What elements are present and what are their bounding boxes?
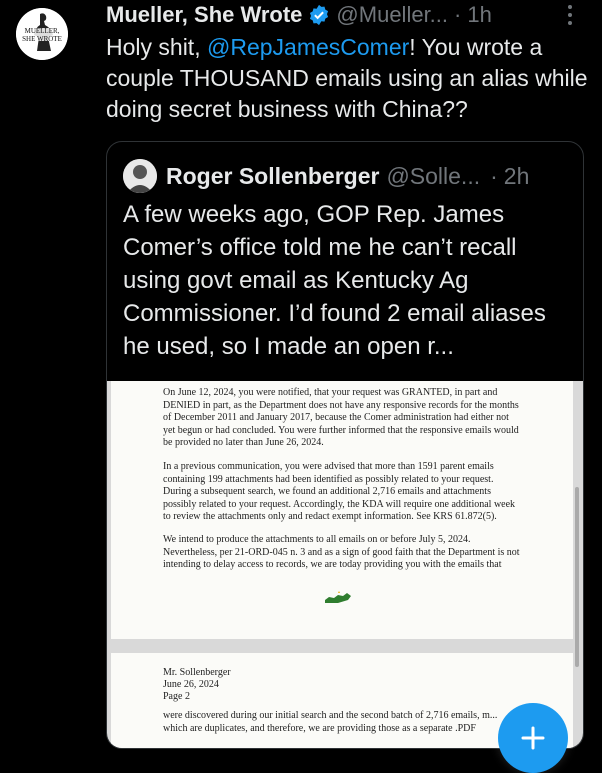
recipient-name: Mr. Sollenberger <box>163 667 231 678</box>
document-paragraph-2: In a previous communication, you were ad… <box>163 461 516 522</box>
tweet-text: Holy shit, @RepJamesComer! You wrote a c… <box>106 32 596 125</box>
mention-link[interactable]: @RepJamesComer <box>207 34 409 60</box>
author-name[interactable]: Mueller, She Wrote <box>106 2 302 28</box>
kentucky-logo-icon <box>323 591 353 610</box>
plus-icon <box>521 726 545 750</box>
more-options-icon[interactable] <box>558 2 582 28</box>
compose-button[interactable] <box>498 703 568 773</box>
quoted-separator-dot: · <box>490 162 498 189</box>
document-paragraph-4: were discovered during our initial searc… <box>163 710 498 734</box>
page-number: Page 2 <box>163 691 190 702</box>
quoted-tweet[interactable]: Roger Sollenberger @Solle... · 2h A few … <box>106 141 584 749</box>
document-paragraph-1: On June 12, 2024, you were notified, tha… <box>163 387 519 448</box>
document-scrollbar <box>575 487 579 667</box>
document-paragraph-3: We intend to produce the attachments to … <box>163 534 520 570</box>
avatar-text: MUELLER, SHE WROTE <box>22 27 62 43</box>
tweet-header: Mueller, She Wrote @Mueller... · 1h <box>106 0 576 30</box>
tweet-text-start: Holy shit, <box>106 34 207 60</box>
verified-badge-icon <box>308 4 330 26</box>
quoted-tweet-time: 2h <box>503 162 530 189</box>
letter-date: June 26, 2024 <box>163 679 219 690</box>
quoted-author-name: Roger Sollenberger <box>166 162 380 189</box>
quoted-author-avatar <box>123 159 157 193</box>
tweet-time[interactable]: 1h <box>467 2 491 28</box>
author-handle[interactable]: @Mueller... <box>336 2 448 28</box>
document-page-1: On June 12, 2024, you were notified, tha… <box>111 381 573 639</box>
quoted-tweet-text: A few weeks ago, GOP Rep. James Comer’s … <box>123 201 546 360</box>
quoted-author-handle: @Solle... <box>386 162 481 189</box>
separator-dot: · <box>454 2 462 27</box>
document-image[interactable]: On June 12, 2024, you were notified, tha… <box>107 381 583 748</box>
author-avatar[interactable]: MUELLER, SHE WROTE <box>16 8 68 60</box>
quoted-tweet-header: Roger Sollenberger @Solle... · 2h <box>123 156 529 196</box>
